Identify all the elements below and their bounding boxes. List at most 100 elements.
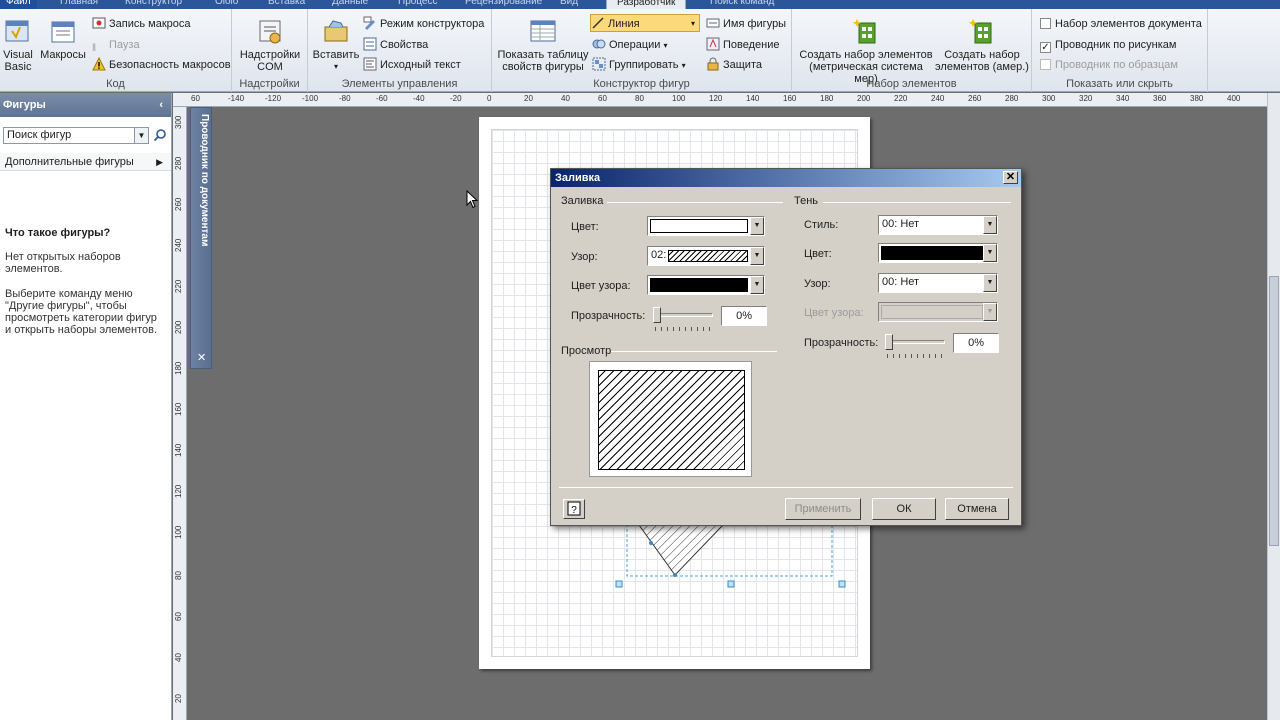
tab-4[interactable]: Вставка [268,0,305,9]
tab-0[interactable]: Файл [0,0,37,9]
tab-5[interactable]: Данные [332,0,368,9]
document-stencil-checkbox[interactable]: Набор элементов документа [1040,15,1202,33]
chevron-down-icon[interactable]: ▼ [983,244,997,262]
ruler-tick-label: 60 [598,94,607,103]
cancel-button[interactable]: Отмена [945,498,1009,520]
com-addins-button[interactable]: Надстройки COM [238,17,302,73]
section-divider [611,351,777,352]
ruler-tick-label: 340 [1116,94,1130,103]
chevron-down-icon[interactable]: ▼ [134,128,148,143]
ruler-tick-label: 40 [561,94,570,103]
group-addins: Надстройки COM Надстройки [232,9,308,92]
vertical-scrollbar[interactable] [1267,93,1280,720]
chevron-down-icon: ▾ [663,41,668,50]
fill-pattern-color-select[interactable]: ▼ [647,275,765,295]
selection-handle[interactable] [727,580,735,588]
drawing-explorer-checkbox[interactable]: ✓ Проводник по рисункам [1040,36,1176,54]
fill-transparency-slider[interactable] [653,307,661,323]
shadow-transparency-track[interactable] [887,340,945,344]
ok-button[interactable]: ОК [872,498,936,520]
selection-handle[interactable] [838,580,846,588]
help-button[interactable]: ? [563,499,585,519]
behavior-button[interactable]: Поведение [706,36,780,54]
ruler-tick-label: 140 [746,94,760,103]
scrollbar-thumb[interactable] [1269,276,1279,546]
shadow-color-select[interactable]: ▼ [878,243,998,263]
master-explorer-checkbox[interactable]: Проводник по образцам [1040,56,1178,74]
design-mode-icon [363,16,375,30]
more-shapes-button[interactable]: Дополнительные фигуры ▶ [0,153,171,171]
dialog-title-bar: Заливка ✕ [551,169,1021,187]
com-addins-icon [259,20,281,44]
shadow-transparency-slider[interactable] [885,334,893,350]
properties-button[interactable]: Свойства [363,36,428,54]
fill-pattern-select[interactable]: 02: ▼ [647,246,765,266]
chevron-down-icon[interactable]: ▼ [750,217,764,235]
checkbox-checked[interactable]: ✓ [1040,42,1051,53]
connection-point[interactable] [673,573,677,577]
document-explorer-panel[interactable]: Проводник по документам ✕ [190,107,212,369]
operations-dropdown[interactable]: Операции ▾ [592,36,668,54]
design-mode-button[interactable]: Режим конструктора [363,15,484,33]
chevron-down-icon: ▼ [983,303,997,321]
new-stencil-metric-button[interactable]: Создать набор элементов (метрическая сис… [796,17,936,85]
chevron-down-icon[interactable]: ▼ [750,247,764,265]
tab-9[interactable]: Разработчик [606,0,687,9]
new-stencil-us-button[interactable]: Создать набор элементов (амер.) [934,17,1030,73]
shadow-transparency-input[interactable]: 0% [953,333,999,353]
close-icon[interactable]: ✕ [1003,171,1018,184]
tab-6[interactable]: Процесс [398,0,438,9]
record-macro-button[interactable]: Запись макроса [92,15,191,33]
chevron-down-icon[interactable]: ▼ [983,274,997,292]
group-label-code: Код [106,78,125,90]
chevron-down-icon[interactable]: ▼ [983,216,997,234]
collapse-icon[interactable]: ‹ [159,93,163,117]
ruler-tick-label: 260 [968,94,982,103]
search-icon[interactable] [153,128,167,142]
shadow-style-value: 00: Нет [882,218,920,230]
tab-3[interactable]: Oiolo [215,0,238,9]
tab-2[interactable]: Конструктор [125,0,182,9]
slider-ticks [887,354,945,358]
document-explorer-title: Проводник по документам [199,114,210,247]
ruler-tick-label: -40 [413,94,425,103]
view-code-button[interactable]: Исходный текст [363,56,461,74]
shadow-pattern-color-select[interactable]: ▼ [878,302,998,322]
ruler-tick-label: 320 [1079,94,1093,103]
ruler-tick-label: 60 [174,612,183,621]
tab-1[interactable]: Главная [60,0,98,9]
tab-8[interactable]: Вид [560,0,578,9]
ruler-tick-label: 100 [174,525,183,539]
checkbox-unchecked[interactable] [1040,18,1051,29]
fill-transparency-input[interactable]: 0% [721,306,767,326]
shadow-pattern-select[interactable]: 00: Нет ▼ [878,273,998,293]
search-shapes-input[interactable]: Поиск фигур ▼ [3,127,149,144]
show-shapesheet-button[interactable]: Показать таблицу свойств фигуры [496,17,590,73]
shadow-style-select[interactable]: 00: Нет ▼ [878,215,998,235]
ruler-tick-label: 80 [635,94,644,103]
line-dropdown[interactable]: Линия ▾ [590,14,700,32]
ruler-tick-label: 140 [174,443,183,457]
connection-point[interactable] [649,541,653,545]
close-icon[interactable]: ✕ [197,351,206,364]
group-dropdown[interactable]: Группировать ▾ [592,56,686,74]
tab-7[interactable]: Рецензирование [465,0,542,9]
ruler-tick-label: 160 [174,402,183,416]
ruler-tick-label: 300 [174,115,183,129]
macros-button[interactable]: Макросы [38,17,88,61]
shape-name-button[interactable]: Имя фигуры [706,15,786,33]
tab-10[interactable]: Поиск команд [710,0,774,9]
group-label-addins: Надстройки [239,78,300,90]
fill-transparency-track[interactable] [655,313,713,317]
ruler-tick-label: 60 [191,94,200,103]
fill-color-select[interactable]: ▼ [647,216,765,236]
macro-security-button[interactable]: Безопасность макросов [92,56,231,74]
pause-button[interactable]: ‖ Пауза [92,36,140,54]
protection-button[interactable]: Защита [706,56,762,74]
insert-control-button[interactable]: Вставить ▾ [310,17,362,73]
chevron-down-icon[interactable]: ▼ [750,276,764,294]
ruler-tick-label: 260 [174,197,183,211]
apply-button[interactable]: Применить [785,498,861,520]
selection-handle[interactable] [615,580,623,588]
visual-basic-button[interactable]: Visual Basic [2,17,34,73]
